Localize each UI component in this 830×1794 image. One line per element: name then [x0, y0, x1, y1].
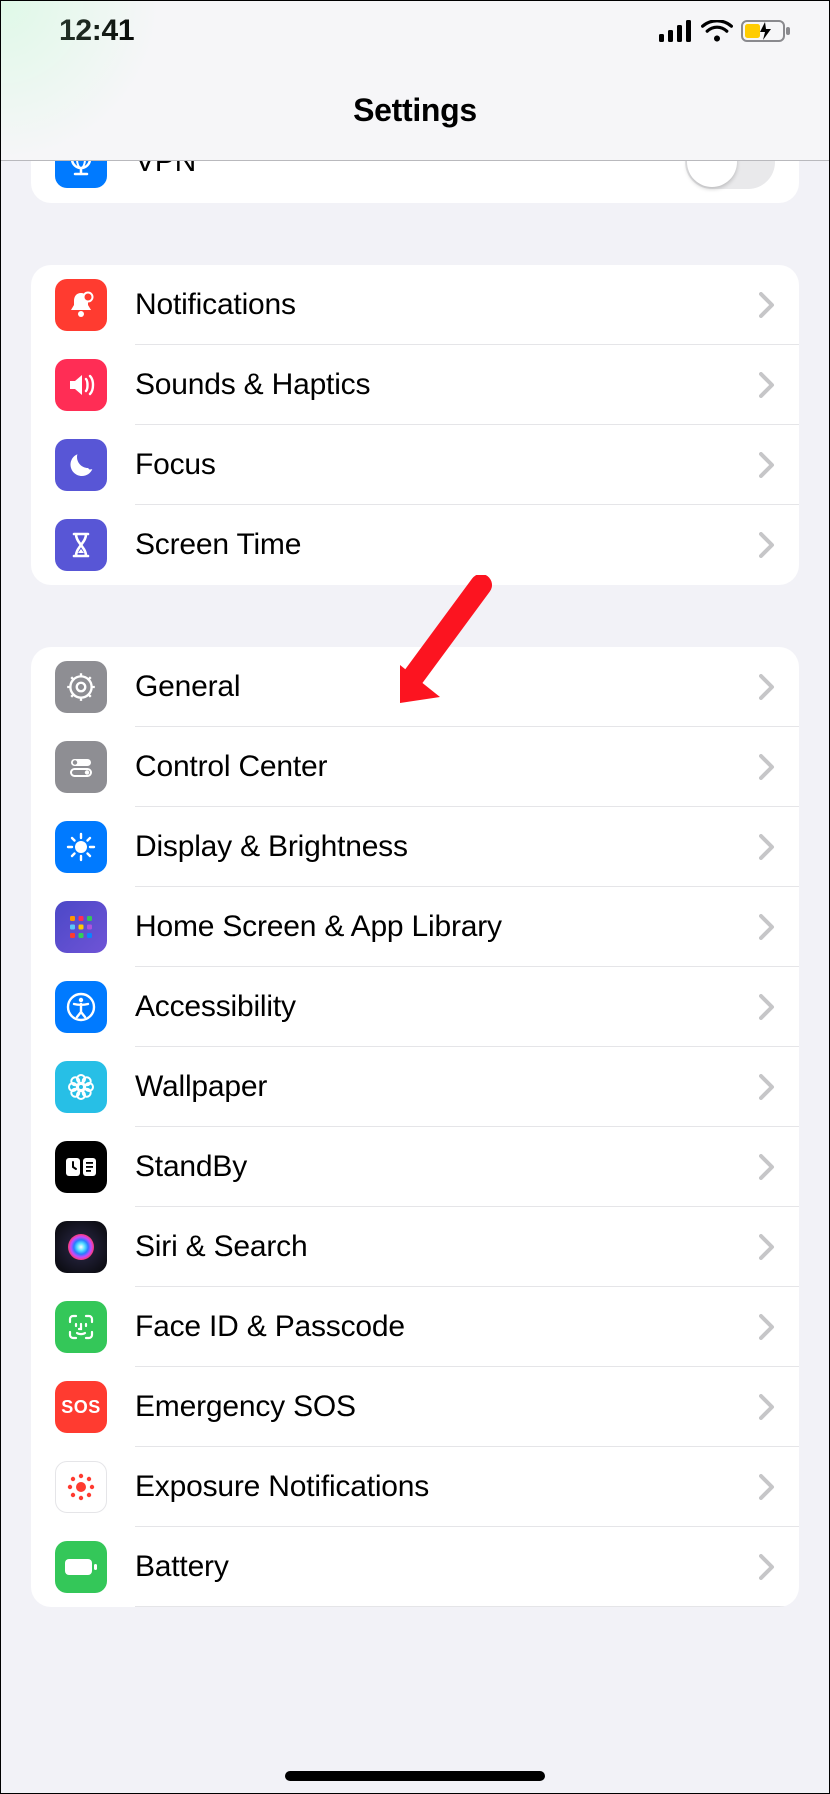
- chevron-right-icon: [759, 914, 775, 940]
- row-label: General: [135, 670, 759, 704]
- home-indicator: [285, 1771, 545, 1781]
- chevron-right-icon: [759, 1314, 775, 1340]
- gear-icon: [55, 661, 107, 713]
- row-screen-time[interactable]: Screen Time: [31, 505, 799, 585]
- row-label: Focus: [135, 448, 759, 482]
- battery-icon: [55, 1541, 107, 1593]
- speaker-icon: [55, 359, 107, 411]
- chevron-right-icon: [759, 674, 775, 700]
- row-label: StandBy: [135, 1150, 759, 1184]
- standby-icon: [55, 1141, 107, 1193]
- chevron-right-icon: [759, 1394, 775, 1420]
- row-wallpaper[interactable]: Wallpaper: [31, 1047, 799, 1127]
- row-label: Screen Time: [135, 528, 759, 562]
- settings-group-device: General Control Center Display & Brightn…: [31, 647, 799, 1607]
- chevron-right-icon: [759, 372, 775, 398]
- chevron-right-icon: [759, 1554, 775, 1580]
- row-label: Emergency SOS: [135, 1390, 759, 1424]
- row-label: Sounds & Haptics: [135, 368, 759, 402]
- chevron-right-icon: [759, 452, 775, 478]
- bell-icon: [55, 279, 107, 331]
- chevron-right-icon: [759, 994, 775, 1020]
- row-label: Wallpaper: [135, 1070, 759, 1104]
- row-notifications[interactable]: Notifications: [31, 265, 799, 345]
- row-label: Home Screen & App Library: [135, 910, 759, 944]
- row-label: Siri & Search: [135, 1230, 759, 1264]
- accessibility-icon: [55, 981, 107, 1033]
- row-focus[interactable]: Focus: [31, 425, 799, 505]
- row-exposure-notifications[interactable]: Exposure Notifications: [31, 1447, 799, 1527]
- divider: [135, 1606, 799, 1607]
- settings-scroll[interactable]: VPN Notifications Sounds & Haptics: [1, 161, 829, 1793]
- row-label: Notifications: [135, 288, 759, 322]
- row-vpn[interactable]: VPN: [31, 161, 799, 203]
- chevron-right-icon: [759, 1234, 775, 1260]
- flower-icon: [55, 1061, 107, 1113]
- moon-icon: [55, 439, 107, 491]
- hourglass-icon: [55, 519, 107, 571]
- apps-grid-icon: [55, 901, 107, 953]
- chevron-right-icon: [759, 292, 775, 318]
- row-control-center[interactable]: Control Center: [31, 727, 799, 807]
- row-general[interactable]: General: [31, 647, 799, 727]
- sos-icon: SOS: [55, 1381, 107, 1433]
- wifi-icon: [701, 20, 733, 42]
- settings-group-connectivity: VPN: [31, 161, 799, 203]
- chevron-right-icon: [759, 1154, 775, 1180]
- row-siri-search[interactable]: Siri & Search: [31, 1207, 799, 1287]
- battery-charging-icon: [741, 19, 791, 43]
- row-label: Battery: [135, 1550, 759, 1584]
- row-display-brightness[interactable]: Display & Brightness: [31, 807, 799, 887]
- row-faceid-passcode[interactable]: Face ID & Passcode: [31, 1287, 799, 1367]
- row-label: Accessibility: [135, 990, 759, 1024]
- chevron-right-icon: [759, 754, 775, 780]
- row-home-screen-app-library[interactable]: Home Screen & App Library: [31, 887, 799, 967]
- row-accessibility[interactable]: Accessibility: [31, 967, 799, 1047]
- nav-bar: Settings: [1, 61, 829, 161]
- status-bar: 12:41: [1, 1, 829, 61]
- cellular-icon: [659, 20, 693, 42]
- row-label: Exposure Notifications: [135, 1470, 759, 1504]
- row-label: VPN: [135, 161, 685, 179]
- settings-group-alerts: Notifications Sounds & Haptics Focus: [31, 265, 799, 585]
- chevron-right-icon: [759, 1074, 775, 1100]
- chevron-right-icon: [759, 532, 775, 558]
- row-standby[interactable]: StandBy: [31, 1127, 799, 1207]
- switches-icon: [55, 741, 107, 793]
- page-title: Settings: [353, 92, 477, 129]
- faceid-icon: [55, 1301, 107, 1353]
- row-label: Control Center: [135, 750, 759, 784]
- status-time: 12:41: [59, 14, 134, 48]
- sun-icon: [55, 821, 107, 873]
- row-label: Face ID & Passcode: [135, 1310, 759, 1344]
- vpn-toggle[interactable]: [685, 161, 775, 189]
- siri-icon: [55, 1221, 107, 1273]
- row-sounds-haptics[interactable]: Sounds & Haptics: [31, 345, 799, 425]
- chevron-right-icon: [759, 1474, 775, 1500]
- exposure-icon: [55, 1461, 107, 1513]
- row-label: Display & Brightness: [135, 830, 759, 864]
- status-indicators: [659, 19, 791, 43]
- row-battery[interactable]: Battery: [31, 1527, 799, 1607]
- row-emergency-sos[interactable]: SOS Emergency SOS: [31, 1367, 799, 1447]
- globe-icon: [55, 161, 107, 188]
- chevron-right-icon: [759, 834, 775, 860]
